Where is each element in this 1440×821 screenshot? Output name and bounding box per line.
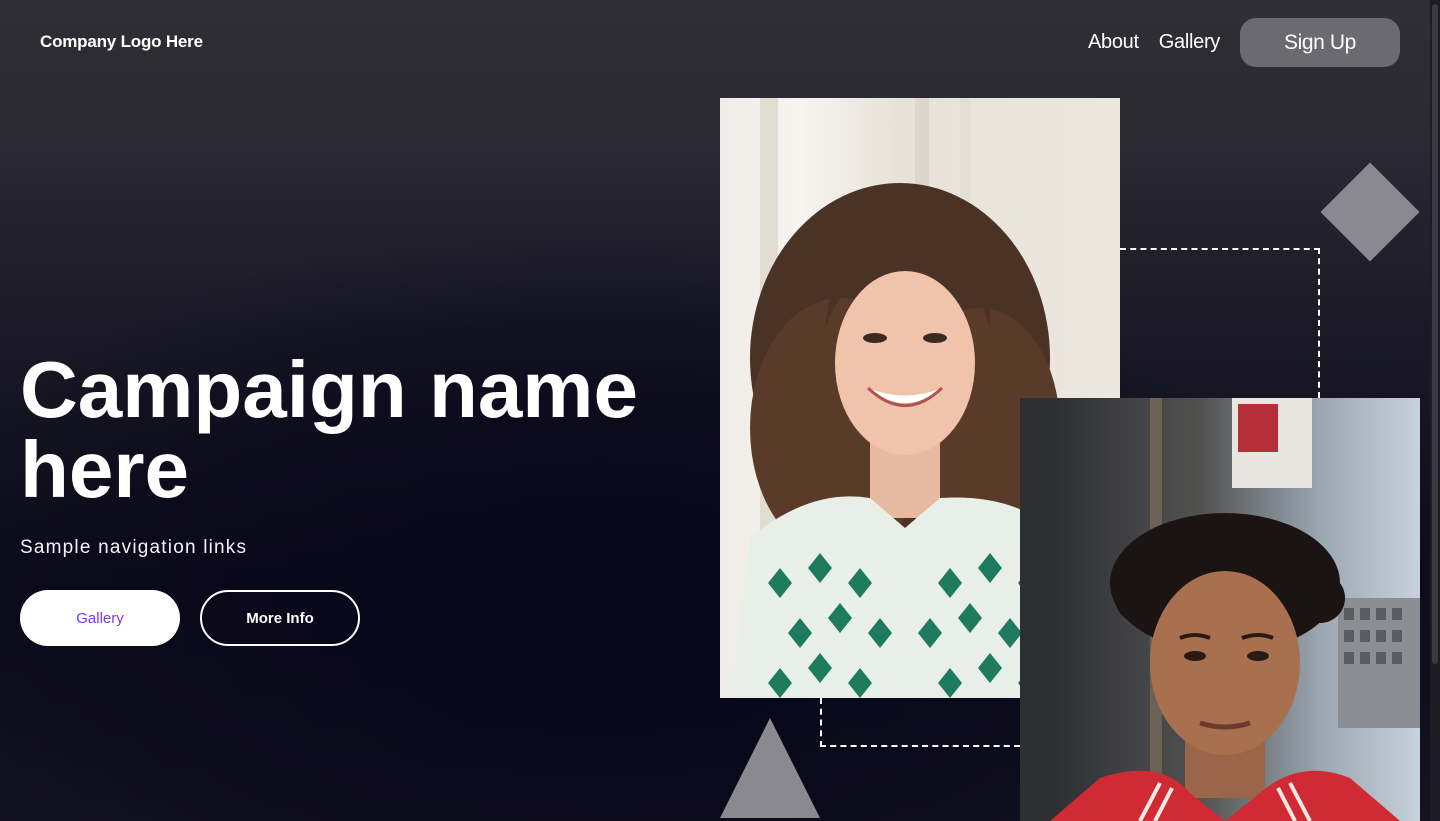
scrollbar-thumb[interactable] <box>1432 4 1438 664</box>
dashed-connector-bottom <box>820 698 1020 747</box>
triangle-shape <box>720 718 820 818</box>
nav-about-link[interactable]: About <box>1088 31 1139 54</box>
company-logo[interactable]: Company Logo Here <box>40 32 203 52</box>
page-scrollbar[interactable] <box>1430 0 1440 821</box>
portrait-man-image <box>1020 398 1420 821</box>
hero-subtitle: Sample navigation links <box>20 537 248 558</box>
gallery-button[interactable]: Gallery <box>20 590 180 646</box>
hero-title: Campaign name here <box>20 345 638 514</box>
dashed-connector-top <box>1120 248 1320 398</box>
nav-gallery-link[interactable]: Gallery <box>1159 31 1221 54</box>
more-info-button[interactable]: More Info <box>200 590 360 646</box>
diamond-shape <box>1320 162 1420 262</box>
top-navigation: About Gallery Sign Up <box>1088 18 1400 67</box>
sign-up-button[interactable]: Sign Up <box>1240 18 1400 67</box>
